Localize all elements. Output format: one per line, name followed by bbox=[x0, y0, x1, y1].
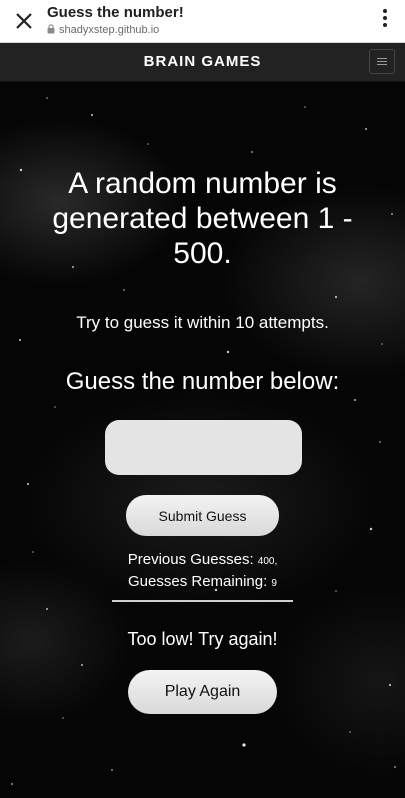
url-text: shadyxstep.github.io bbox=[59, 24, 160, 36]
game-instructions: Try to guess it within 10 attempts. bbox=[76, 313, 329, 332]
submit-guess-button[interactable]: Submit Guess bbox=[126, 495, 279, 536]
divider bbox=[112, 600, 293, 602]
hamburger-icon[interactable] bbox=[369, 49, 395, 74]
tab-title: Guess the number! bbox=[47, 4, 184, 21]
guesses-remaining-label: Guesses Remaining: bbox=[128, 573, 268, 590]
previous-guesses: Previous Guesses: 400, bbox=[0, 551, 405, 568]
url-bar[interactable]: shadyxstep.github.io bbox=[47, 24, 159, 37]
close-icon[interactable] bbox=[10, 7, 38, 35]
previous-guesses-label: Previous Guesses: bbox=[127, 551, 254, 568]
play-again-button[interactable]: Play Again bbox=[128, 670, 277, 714]
previous-guesses-value: 400, bbox=[257, 556, 278, 567]
game-headline: A random number is generated between 1 -… bbox=[52, 167, 353, 270]
guesses-remaining: Guesses Remaining: 9 bbox=[0, 573, 405, 590]
site-navbar: BRAIN GAMES bbox=[0, 43, 405, 82]
more-vert-icon[interactable] bbox=[379, 9, 391, 35]
guesses-remaining-value: 9 bbox=[271, 578, 277, 589]
guess-feedback: Too low! Try again! bbox=[127, 629, 278, 649]
guess-prompt: Guess the number below: bbox=[65, 368, 340, 395]
brand-title[interactable]: BRAIN GAMES bbox=[0, 53, 405, 70]
guess-input[interactable] bbox=[105, 420, 302, 475]
game-area: A random number is generated between 1 -… bbox=[0, 82, 405, 798]
browser-toolbar: Guess the number! shadyxstep.github.io bbox=[0, 0, 405, 43]
lock-icon bbox=[47, 24, 55, 37]
